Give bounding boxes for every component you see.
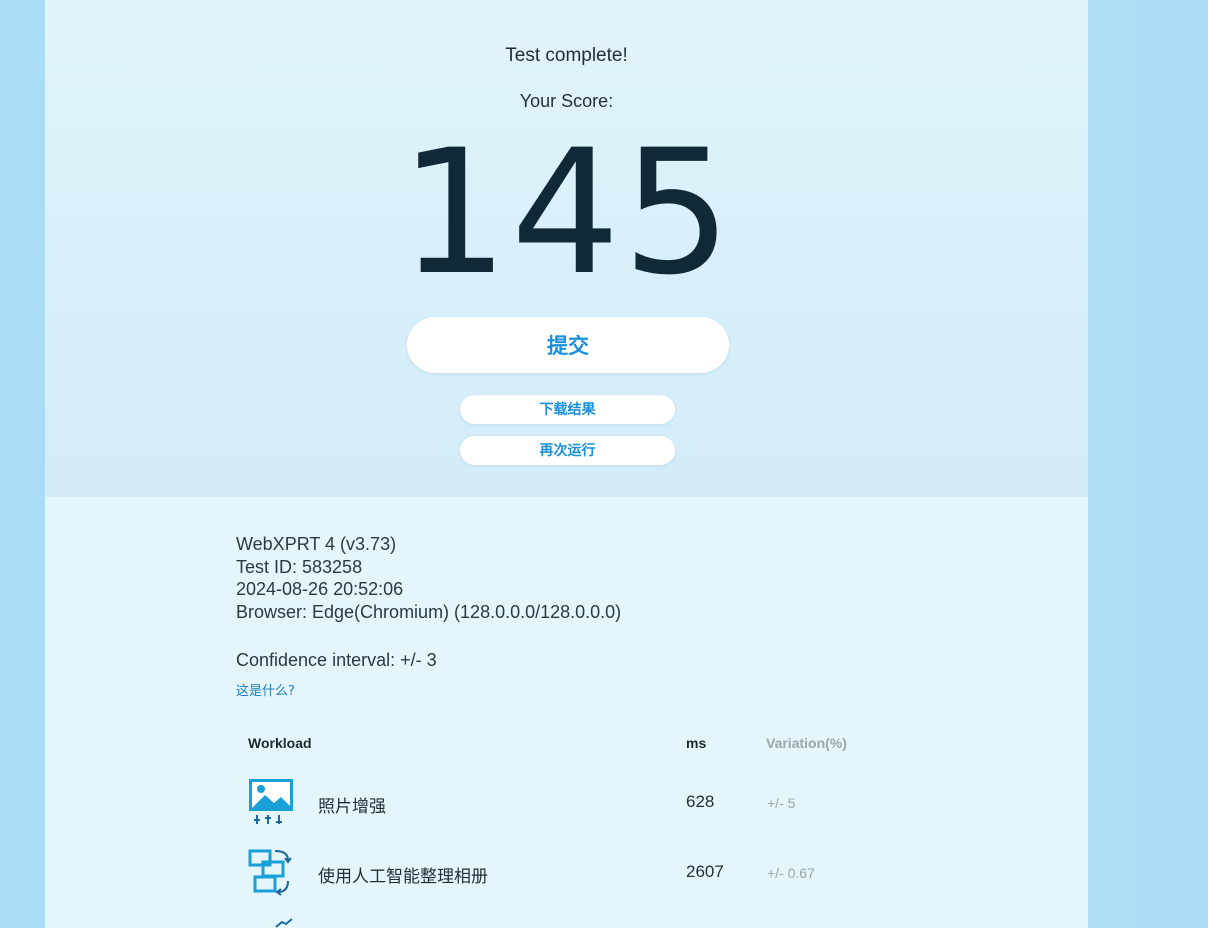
browser-text: Browser: Edge(Chromium) (128.0.0.0/128.0…: [236, 601, 622, 622]
workload-variation: +/- 0.67: [767, 865, 815, 881]
test-details: WebXPRT 4 (v3.73) Test ID: 583258 2024-0…: [236, 533, 621, 623]
status-text: Test complete!: [505, 45, 628, 66]
workload-variation: +/- 5: [767, 795, 796, 811]
datetime-text: 2024-08-26 20:52:06: [236, 579, 404, 599]
photo-enhance-icon: [249, 779, 293, 824]
what-is-this-link[interactable]: 这是什么?: [236, 680, 295, 699]
header-variation: Variation(%): [766, 735, 847, 751]
submit-button[interactable]: 提交: [407, 317, 729, 373]
workload-name: 使用人工智能整理相册: [318, 867, 488, 887]
score-label: Your Score:: [519, 91, 614, 111]
download-results-button[interactable]: 下载结果: [460, 395, 675, 424]
header-ms: ms: [686, 735, 707, 751]
workload-ms: 2607: [686, 862, 724, 881]
score-value: 145: [399, 112, 734, 313]
test-id-text: Test ID: 583258: [236, 556, 363, 577]
results-page: Test complete! Your Score: 145 提交 下载结果 再…: [45, 0, 1088, 928]
header-workload: Workload: [248, 735, 312, 751]
album-organize-icon: [248, 849, 292, 896]
workload-name: 照片增强: [318, 797, 386, 817]
run-again-button[interactable]: 再次运行: [460, 436, 675, 465]
score-hero: Test complete! Your Score: 145 提交 下载结果 再…: [45, 0, 1088, 497]
confidence-interval: Confidence interval: +/- 3: [236, 650, 437, 670]
version-text: WebXPRT 4 (v3.73): [236, 534, 397, 554]
trend-chart-icon: [275, 918, 293, 928]
workload-ms: 628: [686, 792, 715, 811]
